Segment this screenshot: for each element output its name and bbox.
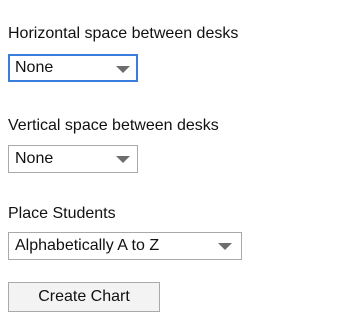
chart-settings-panel: Horizontal space between desks None Vert… bbox=[0, 0, 339, 314]
horizontal-space-value: None bbox=[15, 59, 54, 76]
horizontal-space-label: Horizontal space between desks bbox=[8, 25, 239, 42]
chevron-down-icon bbox=[218, 243, 232, 250]
horizontal-space-select[interactable]: None bbox=[8, 54, 138, 82]
place-students-label: Place Students bbox=[8, 205, 116, 222]
create-chart-button[interactable]: Create Chart bbox=[8, 282, 160, 312]
chevron-down-icon bbox=[116, 156, 130, 163]
place-students-select[interactable]: Alphabetically A to Z bbox=[8, 232, 242, 260]
vertical-space-value: None bbox=[15, 150, 54, 167]
vertical-space-label: Vertical space between desks bbox=[8, 117, 219, 134]
vertical-space-select[interactable]: None bbox=[8, 145, 138, 173]
place-students-value: Alphabetically A to Z bbox=[15, 237, 160, 254]
chevron-down-icon bbox=[116, 66, 130, 73]
